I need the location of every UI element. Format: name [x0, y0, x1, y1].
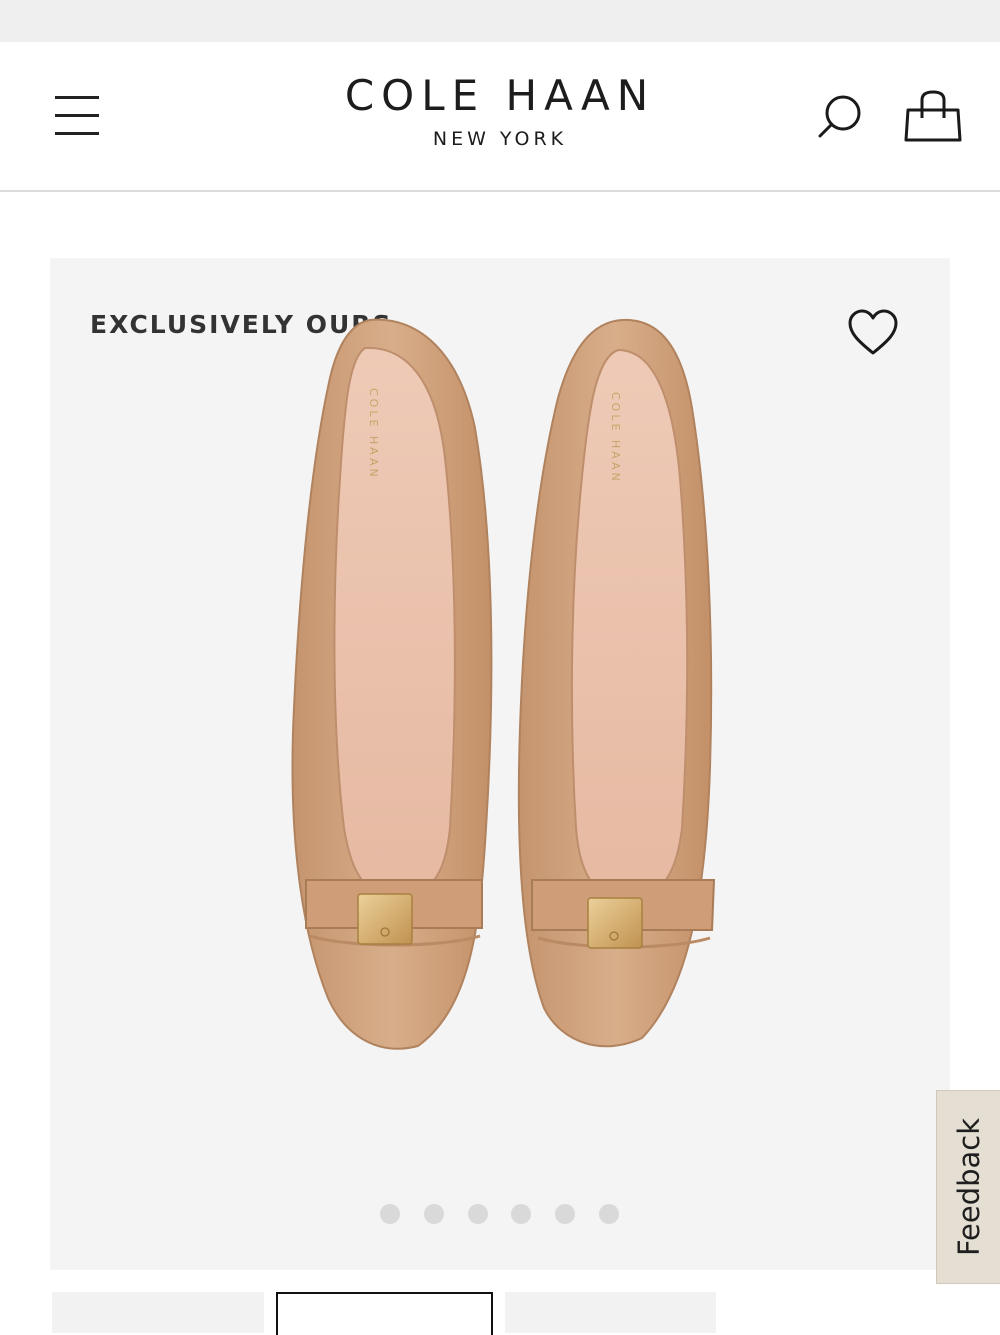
- menu-line-icon: [55, 114, 99, 117]
- gallery-dot-4[interactable]: [511, 1204, 531, 1224]
- brand-name: COLE HAAN: [344, 71, 656, 120]
- right-shoe: COLE HAAN: [517, 318, 716, 1048]
- top-status-strip: [0, 0, 1000, 42]
- shopping-bag-icon: [904, 90, 962, 142]
- gallery-dot-2[interactable]: [424, 1204, 444, 1224]
- left-shoe: COLE HAAN: [291, 318, 493, 1050]
- shopping-bag-button[interactable]: [900, 86, 966, 152]
- thumbnail-3[interactable]: [505, 1292, 716, 1333]
- brand-location: NEW YORK: [432, 128, 568, 150]
- product-gallery: EXCLUSIVELY OURS COLE HAAN COLE HAAN: [50, 258, 950, 1270]
- site-header: COLE HAAN NEW YORK: [0, 42, 1000, 192]
- brand-logo[interactable]: COLE HAAN NEW YORK: [300, 71, 700, 151]
- gallery-dot-6[interactable]: [599, 1204, 619, 1224]
- product-image[interactable]: COLE HAAN COLE HAAN: [240, 308, 760, 1068]
- right-insole-brand: COLE HAAN: [609, 392, 622, 484]
- gallery-dot-3[interactable]: [468, 1204, 488, 1224]
- gallery-dot-5[interactable]: [555, 1204, 575, 1224]
- gallery-dot-1[interactable]: [380, 1204, 400, 1224]
- feedback-label: Feedback: [952, 1117, 986, 1257]
- gallery-pagination: [380, 1204, 620, 1226]
- thumbnail-2[interactable]: [276, 1292, 493, 1335]
- wishlist-button[interactable]: [846, 308, 900, 358]
- thumbnail-1[interactable]: [52, 1292, 264, 1333]
- left-insole-brand: COLE HAAN: [367, 388, 380, 480]
- feedback-tab[interactable]: Feedback: [936, 1090, 1000, 1284]
- heart-icon: [848, 309, 898, 355]
- search-icon: [818, 95, 861, 138]
- search-button[interactable]: [812, 90, 868, 146]
- menu-line-icon: [55, 96, 99, 99]
- menu-button[interactable]: [50, 92, 106, 140]
- menu-line-icon: [55, 132, 99, 135]
